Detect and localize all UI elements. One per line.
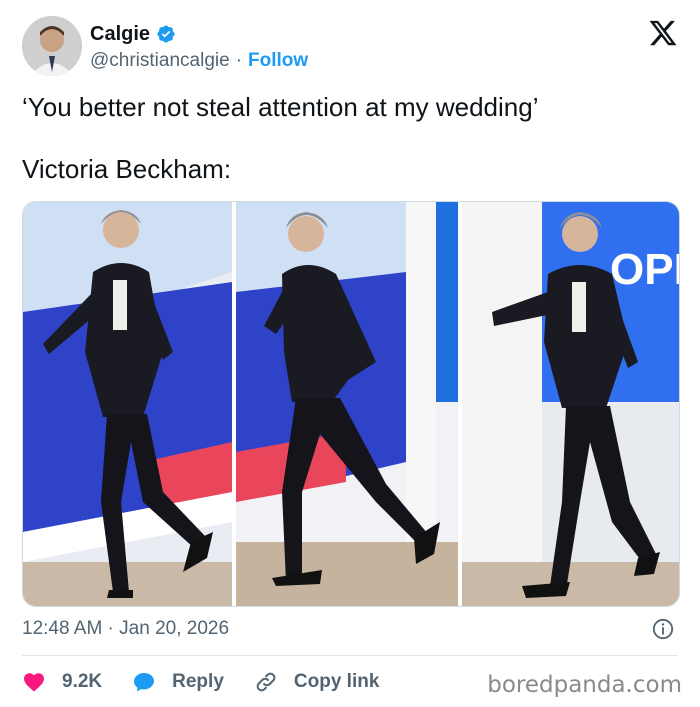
media-text: OPP [610,245,679,294]
copy-link-button[interactable]: Copy link [254,670,380,694]
reply-label: Reply [172,671,224,692]
watermark: boredpanda.com [487,672,682,698]
copy-link-label: Copy link [293,671,380,692]
follow-button[interactable]: Follow [248,50,308,72]
separator-dot: · [235,50,243,71]
avatar[interactable] [22,16,82,76]
divider [22,655,678,656]
tweet-text-line2: Victoria Beckham: [22,154,232,184]
tweet-text-line1: ‘You better not steal attention at my we… [22,92,539,122]
media-photo-3[interactable]: OPP [462,202,679,606]
verified-badge-icon [157,25,175,43]
author-handle[interactable]: @christiancalgie [90,50,230,72]
link-icon [256,672,276,692]
like-button[interactable]: 9.2K [22,670,102,694]
likes-count: 9.2K [62,671,103,692]
tweet-media[interactable]: OPP [22,201,680,607]
media-photo-2[interactable] [236,202,458,606]
reply-button[interactable]: Reply [132,670,224,694]
x-logo-icon[interactable] [648,18,678,48]
reply-bubble-icon [134,673,155,692]
heart-icon [24,673,44,692]
info-icon[interactable] [652,618,674,640]
author-name[interactable]: Calgie [90,22,150,46]
media-photo-1[interactable] [23,202,232,606]
tweet-timestamp[interactable]: 12:48 AM · Jan 20, 2026 [22,618,229,640]
tweet-actions: 9.2K Reply Copy link [22,668,409,696]
tweet-header: Calgie @christiancalgie · Follow [22,14,682,78]
